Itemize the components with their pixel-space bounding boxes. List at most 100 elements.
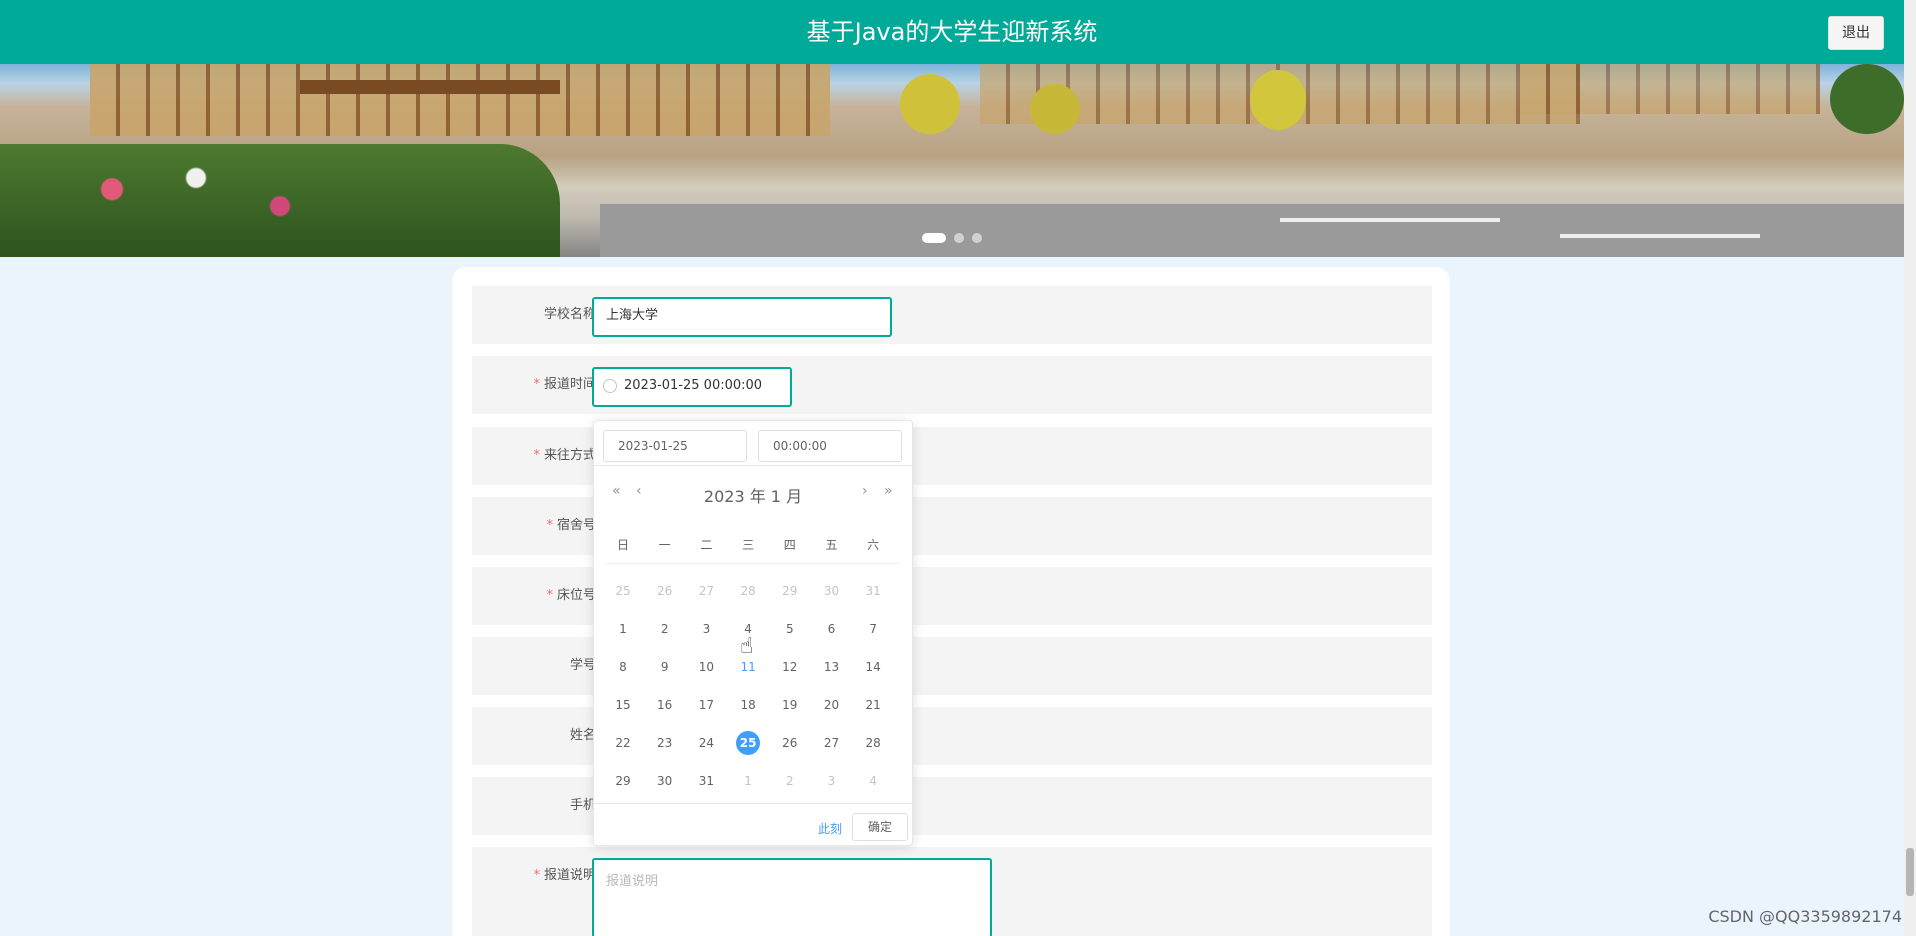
student-id-label: 学号 — [569, 658, 596, 673]
calendar-day[interactable]: 3 — [811, 768, 853, 794]
calendar-day[interactable]: 8 — [602, 654, 644, 680]
clock-icon — [603, 379, 617, 393]
next-month-icon[interactable]: › — [862, 483, 868, 499]
banner-roof — [300, 80, 560, 94]
calendar-day[interactable]: 29 — [602, 768, 644, 794]
school-input[interactable]: 上海大学 — [592, 297, 892, 337]
calendar-day[interactable]: 27 — [811, 730, 853, 756]
report-time-label: * 报道时间 — [533, 377, 596, 392]
calendar-day[interactable]: 24 — [685, 730, 727, 756]
calendar-day-selected[interactable]: 25 — [727, 730, 769, 756]
calendar-day[interactable]: 5 — [769, 616, 811, 642]
carousel-dot-2[interactable] — [954, 233, 964, 243]
banner-tree — [900, 74, 960, 134]
required-star: * — [533, 448, 540, 463]
picker-date-input[interactable]: 2023-01-25 — [603, 430, 747, 462]
row-report-note: * 报道说明 报道说明 — [472, 847, 1432, 936]
picker-time-input[interactable]: 00:00:00 — [758, 430, 902, 462]
calendar-day[interactable]: 28 — [727, 578, 769, 604]
page-scrollbar[interactable] — [1904, 0, 1916, 936]
calendar-day[interactable]: 30 — [811, 578, 853, 604]
report-time-input[interactable]: 2023-01-25 00:00:00 — [592, 367, 792, 407]
calendar-day[interactable]: 30 — [644, 768, 686, 794]
calendar-day[interactable]: 27 — [685, 578, 727, 604]
confirm-button[interactable]: 确定 — [852, 813, 908, 841]
carousel-indicators — [0, 233, 1904, 243]
calendar-day[interactable]: 31 — [852, 578, 894, 604]
banner-tree — [1030, 84, 1080, 134]
calendar-day[interactable]: 6 — [811, 616, 853, 642]
weekday-label: 三 — [742, 538, 755, 552]
calendar-day[interactable]: 13 — [811, 654, 853, 680]
required-star: * — [533, 377, 540, 392]
calendar-day[interactable]: 1 — [602, 616, 644, 642]
calendar-day[interactable]: 25 — [602, 578, 644, 604]
calendar-day[interactable]: 26 — [644, 578, 686, 604]
datetime-picker-panel: 2023-01-25 00:00:00 « ‹ 2023 年 1 月 › » 日… — [593, 420, 913, 846]
row-report-time: * 报道时间 2023-01-25 00:00:00 — [472, 356, 1432, 414]
transport-label: * 来往方式 — [533, 448, 596, 463]
required-star: * — [546, 588, 553, 603]
hand-cursor-icon: ☝ — [740, 634, 754, 659]
banner-carousel — [0, 64, 1904, 257]
report-note-label: * 报道说明 — [533, 868, 596, 883]
banner-tree — [1250, 70, 1306, 130]
calendar-day[interactable]: 31 — [685, 768, 727, 794]
calendar-day[interactable]: 2 — [644, 616, 686, 642]
weekday-divider — [606, 563, 900, 564]
calendar-day[interactable]: 18 — [727, 692, 769, 718]
calendar-day[interactable]: 29 — [769, 578, 811, 604]
calendar-day[interactable]: 16 — [644, 692, 686, 718]
top-header: 基于Java的大学生迎新系统 退出 — [0, 0, 1904, 64]
required-star: * — [546, 518, 553, 533]
calendar-day[interactable]: 7 — [852, 616, 894, 642]
calendar-day[interactable]: 9 — [644, 654, 686, 680]
calendar-day[interactable]: 23 — [644, 730, 686, 756]
now-button[interactable]: 此刻 — [818, 820, 842, 837]
name-label: 姓名 — [569, 728, 596, 743]
watermark: CSDN @QQ3359892174 — [1708, 907, 1902, 926]
weekday-label: 一 — [658, 538, 671, 552]
calendar-day[interactable]: 19 — [769, 692, 811, 718]
banner-building — [90, 64, 830, 136]
calendar-day[interactable]: 20 — [811, 692, 853, 718]
logout-button[interactable]: 退出 — [1828, 16, 1884, 50]
calendar-day[interactable]: 17 — [685, 692, 727, 718]
road-stripe — [1280, 218, 1500, 222]
calendar-day[interactable]: 2 — [769, 768, 811, 794]
calendar-day[interactable]: 21 — [852, 692, 894, 718]
banner-tree — [1830, 64, 1904, 134]
calendar-day[interactable]: 28 — [852, 730, 894, 756]
carousel-dot-3[interactable] — [972, 233, 982, 243]
weekday-label: 五 — [825, 538, 838, 552]
calendar-day[interactable]: 14 — [852, 654, 894, 680]
weekday-label: 日 — [616, 538, 629, 552]
next-year-icon[interactable]: » — [884, 483, 893, 499]
picker-footer-divider — [594, 803, 912, 804]
banner-building — [1520, 64, 1820, 114]
calendar-day[interactable]: 26 — [769, 730, 811, 756]
carousel-dot-1[interactable] — [922, 233, 946, 243]
bed-label: * 床位号 — [546, 588, 596, 603]
dorm-label: * 宿舍号 — [546, 518, 596, 533]
weekday-label: 六 — [867, 538, 880, 552]
weekday-label: 二 — [700, 538, 713, 552]
phone-label: 手机 — [569, 798, 596, 813]
report-note-textarea[interactable]: 报道说明 — [592, 858, 992, 936]
picker-divider — [594, 465, 912, 466]
calendar-day[interactable]: 10 — [685, 654, 727, 680]
banner-road — [600, 204, 1904, 257]
scrollbar-thumb[interactable] — [1906, 848, 1914, 896]
calendar-day[interactable]: 12 — [769, 654, 811, 680]
weekday-label: 四 — [783, 538, 796, 552]
app-title: 基于Java的大学生迎新系统 — [806, 18, 1098, 46]
school-label: 学校名称 — [543, 307, 596, 322]
calendar-day[interactable]: 15 — [602, 692, 644, 718]
calendar-day[interactable]: 4 — [852, 768, 894, 794]
required-star: * — [533, 868, 540, 883]
calendar-day[interactable]: 3 — [685, 616, 727, 642]
school-value: 上海大学 — [606, 308, 659, 323]
calendar-day[interactable]: 22 — [602, 730, 644, 756]
report-time-value: 2023-01-25 00:00:00 — [624, 378, 763, 393]
calendar-day[interactable]: 1 — [727, 768, 769, 794]
